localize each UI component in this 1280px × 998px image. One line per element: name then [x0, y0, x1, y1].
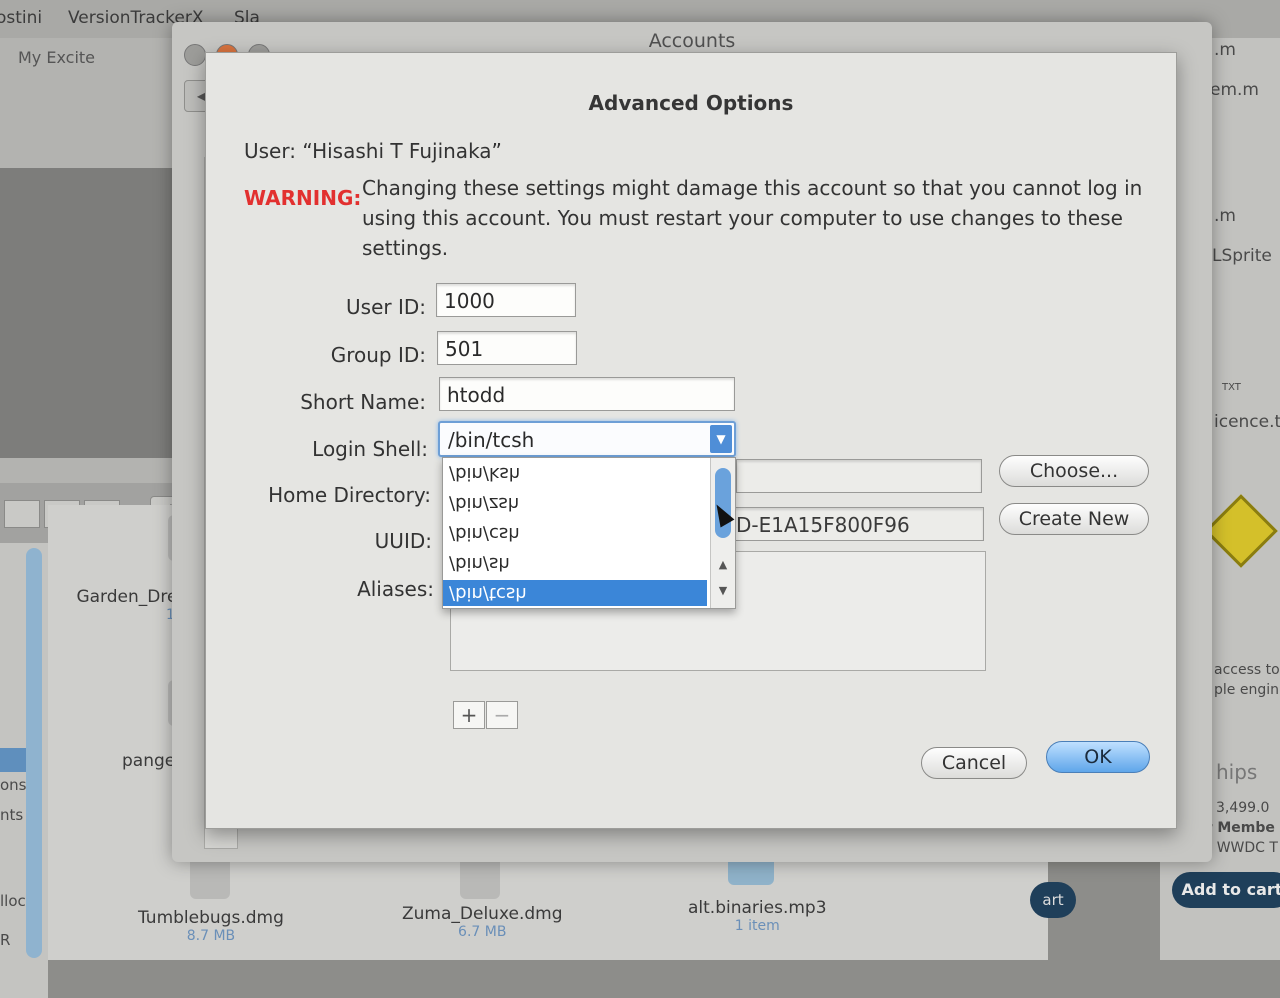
shell-option-ksh[interactable]: /bin/ksh: [449, 460, 707, 486]
advanced-options-sheet: Advanced Options User: “Hisashi T Fujina…: [205, 52, 1177, 829]
uuid-field[interactable]: D-E1A15F800F96: [728, 507, 984, 541]
dropdown-scrollbar[interactable]: ▲ ▼: [710, 458, 735, 608]
uuid-label: UUID:: [374, 529, 432, 553]
user-id-label: User ID:: [346, 295, 426, 319]
window-content-dark: [0, 168, 180, 458]
bookmark-my-excite[interactable]: My Excite: [18, 48, 95, 67]
promo-ships-text: hips: [1216, 760, 1258, 784]
login-shell-value: /bin/tcsh: [448, 428, 535, 452]
warning-text: Changing these settings might damage thi…: [362, 176, 1143, 260]
warning-label: WARNING:: [244, 186, 362, 210]
shell-option-zsh[interactable]: /bin/zsh: [449, 490, 707, 516]
start-button[interactable]: art: [1030, 882, 1076, 918]
add-to-cart-button[interactable]: Add to cart: [1172, 872, 1280, 908]
home-directory-label: Home Directory:: [268, 483, 431, 507]
menubar-app-1[interactable]: ostini: [0, 8, 42, 28]
remove-alias-button[interactable]: −: [486, 701, 518, 729]
file-label-sprite[interactable]: LSprite: [1212, 246, 1272, 266]
file-item-tumblebugs[interactable]: Tumblebugs.dmg 8.7 MB: [138, 908, 284, 944]
sidebar-item-2[interactable]: nts: [0, 806, 23, 824]
promo-engine-text: ple engin: [1214, 682, 1279, 698]
shell-option-csh[interactable]: /bin/csh: [449, 520, 707, 546]
user-id-field[interactable]: 1000: [436, 283, 576, 317]
file-name: Zuma_Deluxe.dmg: [402, 904, 563, 924]
group-id-label: Group ID:: [330, 343, 426, 367]
choose-button[interactable]: Choose...: [999, 455, 1149, 487]
shell-option-tcsh[interactable]: /bin/tcsh: [443, 580, 707, 606]
short-name-label: Short Name:: [300, 390, 426, 414]
file-item-altbinaries[interactable]: alt.binaries.mp3 1 item: [688, 898, 827, 934]
file-label-m2[interactable]: em.m: [1210, 80, 1259, 100]
txt-file-icon[interactable]: TXT: [1222, 382, 1241, 393]
promo-price: 3,499.0: [1216, 800, 1270, 816]
sidebar-scrollbar[interactable]: [26, 548, 42, 958]
login-shell-dropdown[interactable]: /bin/ksh /bin/zsh /bin/csh /bin/sh /bin/…: [442, 457, 736, 609]
file-size: 1 item: [734, 918, 780, 934]
group-id-field[interactable]: 501: [437, 331, 577, 365]
file-label-m1[interactable]: .m: [1214, 40, 1236, 60]
sidebar-item-4[interactable]: R: [0, 931, 10, 949]
file-label-m3[interactable]: .m: [1214, 206, 1236, 226]
user-name-line: User: “Hisashi T Fujinaka”: [244, 139, 502, 163]
short-name-field[interactable]: htodd: [439, 377, 735, 411]
create-new-button[interactable]: Create New: [999, 503, 1149, 535]
sidebar-item-1[interactable]: ons: [0, 776, 27, 794]
chevron-down-icon[interactable]: ▼: [710, 425, 732, 453]
file-item-zuma[interactable]: Zuma_Deluxe.dmg 6.7 MB: [402, 904, 563, 940]
login-shell-combobox[interactable]: /bin/tcsh ▼: [438, 421, 736, 457]
login-shell-label: Login Shell:: [312, 437, 428, 461]
file-label-licence[interactable]: icence.t: [1214, 412, 1280, 432]
sheet-title: Advanced Options: [588, 91, 794, 115]
aliases-label: Aliases:: [357, 577, 434, 601]
list-view-icon[interactable]: [4, 500, 40, 528]
shell-option-sh[interactable]: /bin/sh: [449, 550, 707, 576]
home-directory-field[interactable]: [736, 459, 982, 493]
scroll-up-icon[interactable]: ▲: [711, 554, 735, 576]
file-name: alt.binaries.mp3: [688, 898, 827, 918]
file-size: 6.7 MB: [458, 924, 507, 940]
ok-button[interactable]: OK: [1046, 741, 1150, 773]
promo-access-text: access to: [1214, 662, 1280, 678]
add-alias-button[interactable]: +: [453, 701, 485, 729]
cancel-button[interactable]: Cancel: [921, 747, 1027, 779]
accounts-window-title: Accounts: [648, 30, 736, 52]
scroll-down-icon[interactable]: ▼: [711, 580, 735, 602]
file-name: Tumblebugs.dmg: [138, 908, 284, 928]
sidebar-item-3[interactable]: lloc: [0, 892, 26, 910]
file-size: 8.7 MB: [186, 928, 236, 944]
